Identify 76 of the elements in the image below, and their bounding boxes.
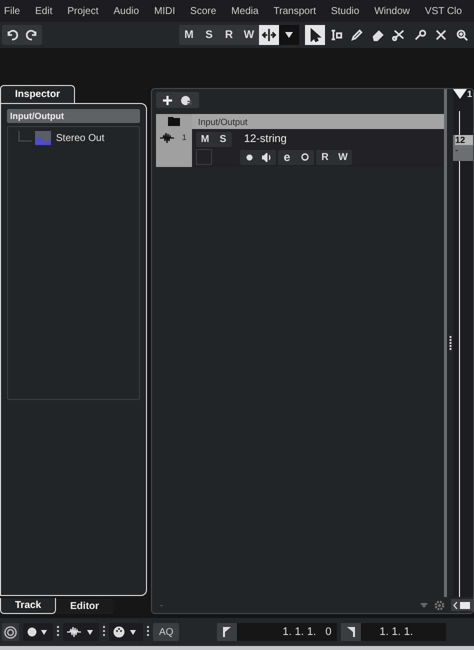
pencil-icon: [350, 28, 364, 42]
menu-item[interactable]: Score: [190, 6, 216, 16]
track-name[interactable]: 12-string: [244, 133, 287, 145]
menu-item[interactable]: Transport: [274, 6, 316, 16]
state-button[interactable]: R: [219, 25, 239, 45]
midi-caret-icon: [113, 626, 139, 638]
inspector-tab[interactable]: Inspector: [0, 85, 76, 103]
range-icon: [329, 28, 343, 42]
record-icon: [246, 154, 252, 160]
autoscroll-icon: [261, 28, 277, 42]
menu-item[interactable]: MIDI: [154, 6, 176, 16]
auto-quantize-button[interactable]: AQ: [153, 623, 180, 641]
track-automation-button[interactable]: R: [316, 150, 334, 164]
state-button[interactable]: M: [179, 25, 199, 45]
dropdown-button[interactable]: [279, 25, 299, 45]
glue-icon: [413, 28, 427, 42]
presets-icon: [180, 94, 192, 106]
right-locator-field[interactable]: 1. 1. 1.: [341, 623, 446, 641]
menu-item[interactable]: File: [4, 6, 20, 16]
caret-icon: [285, 32, 293, 38]
constrain-delay-button[interactable]: [2, 623, 19, 641]
left-locator-field[interactable]: 1. 1. 1. 0: [217, 623, 338, 641]
zone-tab[interactable]: Track: [0, 598, 56, 614]
pointer-icon: [308, 28, 322, 42]
arrow-tool-button[interactable]: [305, 25, 325, 45]
midi-mode-button[interactable]: [109, 623, 143, 641]
zone-tab[interactable]: Editor: [56, 599, 114, 614]
settings-icon[interactable]: [434, 600, 445, 610]
menu-item[interactable]: Window: [374, 6, 410, 16]
event-name: 12: [455, 135, 473, 145]
menu-item[interactable]: Studio: [330, 6, 360, 16]
menu-item[interactable]: Project: [67, 6, 98, 16]
track-automation-button[interactable]: W: [334, 150, 352, 164]
redo-icon: [25, 28, 39, 42]
status-text: -: [160, 600, 163, 610]
cursor-marker-icon[interactable]: [453, 89, 468, 101]
divider-handle-icon[interactable]: [448, 336, 452, 350]
eraser-icon: [371, 28, 385, 42]
undo-icon: [5, 28, 19, 42]
audio-event[interactable]: 12 -: [453, 135, 473, 161]
track-state-button[interactable]: M: [196, 132, 214, 146]
track-color-swatch[interactable]: [196, 149, 212, 165]
scissors-icon: [392, 28, 406, 42]
dropdown-arrow-icon[interactable]: [420, 602, 428, 608]
menu-item[interactable]: VST Clo: [424, 6, 462, 16]
track-number: 1: [182, 133, 186, 142]
track-state-button[interactable]: S: [214, 132, 232, 146]
record-caret-icon: [27, 627, 49, 637]
waveform-caret-icon: [67, 627, 95, 637]
menu-item[interactable]: Edit: [35, 6, 52, 16]
left-locator-icon[interactable]: [217, 623, 238, 641]
state-button[interactable]: W: [239, 25, 259, 45]
rings-icon: [4, 626, 17, 638]
scroll-left-icon[interactable]: [453, 602, 458, 608]
audio-mode-button[interactable]: [63, 623, 99, 641]
zoom-icon: [455, 28, 469, 42]
ruler-number: 1: [467, 89, 472, 99]
event-content: -: [455, 145, 460, 155]
ring-icon: [301, 153, 309, 161]
record-mode-button[interactable]: [23, 623, 53, 641]
autoscroll-button[interactable]: [259, 25, 279, 45]
tree-item[interactable]: Stereo Out: [56, 132, 104, 144]
horizontal-scrollbar[interactable]: [451, 599, 473, 611]
section-header[interactable]: Input/Output: [7, 109, 140, 123]
waveform-icon: [160, 133, 174, 143]
output-icon: [35, 131, 51, 145]
menu-item[interactable]: Media: [231, 6, 259, 16]
cross-icon: [434, 28, 448, 42]
menu-item[interactable]: Audio: [113, 6, 140, 16]
state-button[interactable]: S: [199, 25, 219, 45]
speaker-icon: [262, 152, 272, 162]
folder-icon: [168, 117, 180, 126]
right-locator-icon[interactable]: [341, 623, 362, 641]
folder-track-name[interactable]: Input/Output: [192, 114, 444, 129]
scroll-thumb[interactable]: [460, 602, 470, 608]
plus-icon: [162, 94, 172, 106]
